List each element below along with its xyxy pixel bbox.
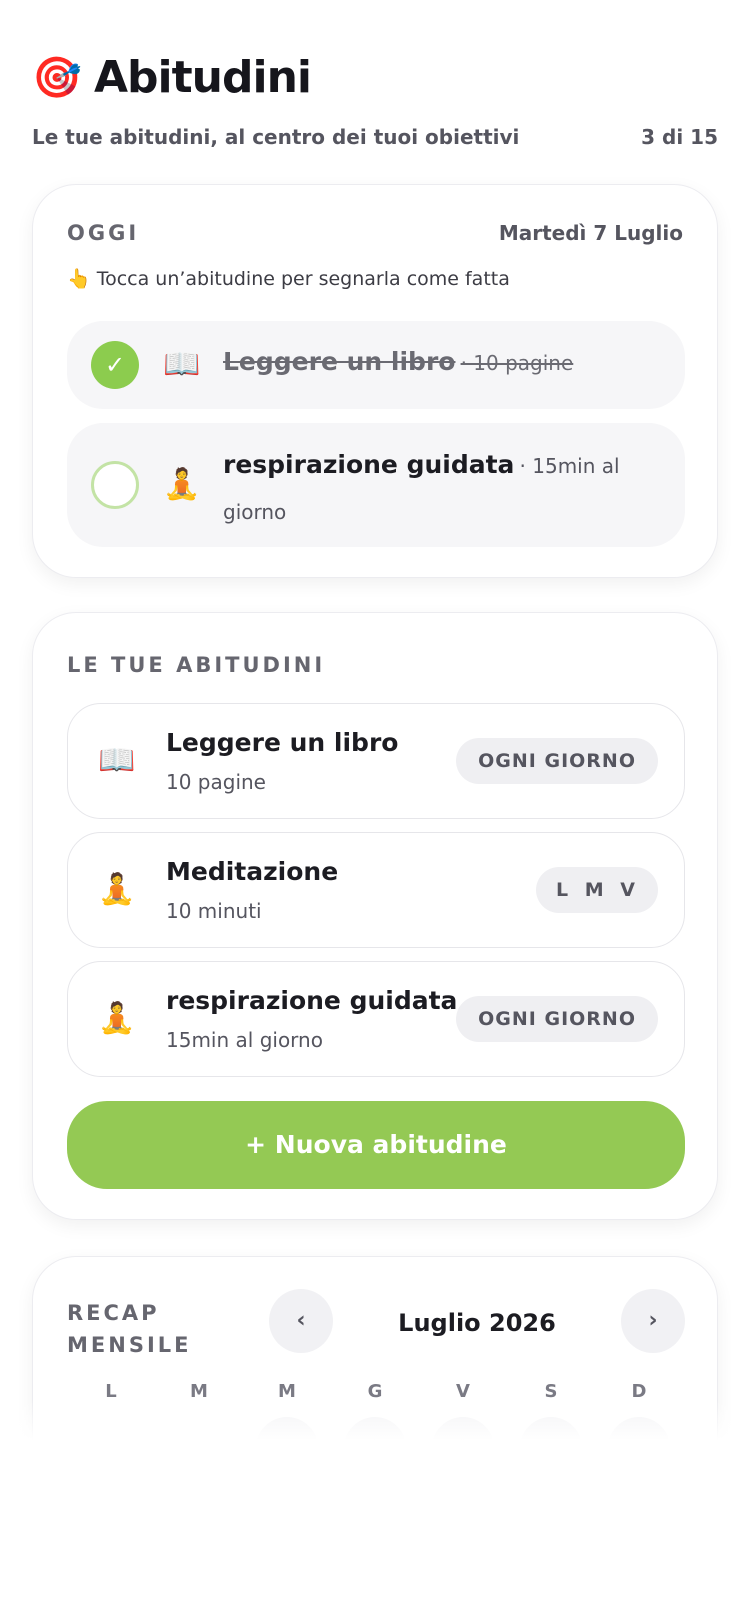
today-habit-text: respirazione guidata · 15min al giorno — [223, 443, 625, 536]
target-icon: 🎯 — [32, 54, 82, 101]
weekday-label: V — [456, 1381, 470, 1402]
today-habit-item[interactable]: 🧘 respirazione guidata · 15min al giorno — [67, 423, 685, 547]
book-icon: 📖 — [98, 743, 136, 778]
book-icon: 📖 — [163, 347, 201, 382]
today-hint: 👆 Tocca un’abitudine per segnarla come f… — [67, 268, 510, 290]
today-habit-name: Leggere un libro — [223, 347, 456, 376]
checkmark-icon[interactable]: ✓ — [91, 341, 139, 389]
weekday-label: D — [631, 1381, 647, 1402]
habit-list-item[interactable]: 🧘 Meditazione 10 minuti L M V — [67, 832, 685, 948]
today-label: OGGI — [67, 221, 140, 245]
habit-name: Meditazione — [166, 857, 339, 886]
page-title: Abitudini — [94, 52, 312, 103]
weekday-header: L M M G V S D — [67, 1381, 683, 1402]
app-screen: 🎯 Abitudini Le tue abitudini, al centro … — [0, 0, 750, 1624]
meditation-icon: 🧘 — [98, 1001, 136, 1036]
bottom-fade-overlay — [0, 1400, 750, 1624]
habits-label: LE TUE ABITUDINI — [67, 653, 326, 677]
frequency-badge: OGNI GIORNO — [456, 996, 658, 1042]
habit-meta: 10 minuti — [166, 899, 262, 923]
today-habit-item[interactable]: ✓ 📖 Leggere un libro · 10 pagine — [67, 321, 685, 409]
habit-meta: 15min al giorno — [166, 1028, 323, 1052]
title-row: 🎯 Abitudini — [32, 52, 718, 103]
today-habit-text: Leggere un libro · 10 pagine — [223, 347, 625, 376]
weekday-label: S — [544, 1381, 558, 1402]
weekday-label: L — [105, 1381, 117, 1402]
weekday-label: M — [278, 1381, 296, 1402]
habit-name: respirazione guidata — [166, 986, 458, 1015]
habit-meta: 10 pagine — [166, 770, 266, 794]
recap-month: Luglio 2026 — [398, 1309, 556, 1337]
weekday-label: G — [367, 1381, 383, 1402]
today-date: Martedì 7 Luglio — [498, 221, 683, 245]
today-habit-meta: · 10 pagine — [460, 351, 574, 375]
today-header: OGGI Martedì 7 Luglio — [67, 221, 683, 245]
today-card: OGGI Martedì 7 Luglio 👆 Tocca un’abitudi… — [32, 184, 718, 578]
subtitle-row: Le tue abitudini, al centro dei tuoi obi… — [32, 125, 718, 149]
today-habit-name: respirazione guidata — [223, 450, 515, 479]
unchecked-circle-icon[interactable] — [91, 461, 139, 509]
weekday-label: M — [190, 1381, 208, 1402]
page-header: 🎯 Abitudini Le tue abitudini, al centro … — [32, 52, 718, 149]
frequency-badge: L M V — [536, 867, 658, 913]
habit-list-item[interactable]: 📖 Leggere un libro 10 pagine OGNI GIORNO — [67, 703, 685, 819]
habits-card: LE TUE ABITUDINI 📖 Leggere un libro 10 p… — [32, 612, 718, 1220]
recap-label: RECAP MENSILE — [67, 1301, 192, 1357]
habit-count: 3 di 15 — [641, 125, 718, 149]
frequency-badge: OGNI GIORNO — [456, 738, 658, 784]
previous-month-button[interactable]: ‹ — [269, 1289, 333, 1353]
meditation-icon: 🧘 — [163, 467, 201, 502]
next-month-button[interactable]: › — [621, 1289, 685, 1353]
page-subtitle: Le tue abitudini, al centro dei tuoi obi… — [32, 125, 520, 149]
new-habit-button[interactable]: + Nuova abitudine — [67, 1101, 685, 1189]
habit-list-item[interactable]: 🧘 respirazione guidata 15min al giorno O… — [67, 961, 685, 1077]
habit-name: Leggere un libro — [166, 728, 399, 757]
meditation-icon: 🧘 — [98, 872, 136, 907]
